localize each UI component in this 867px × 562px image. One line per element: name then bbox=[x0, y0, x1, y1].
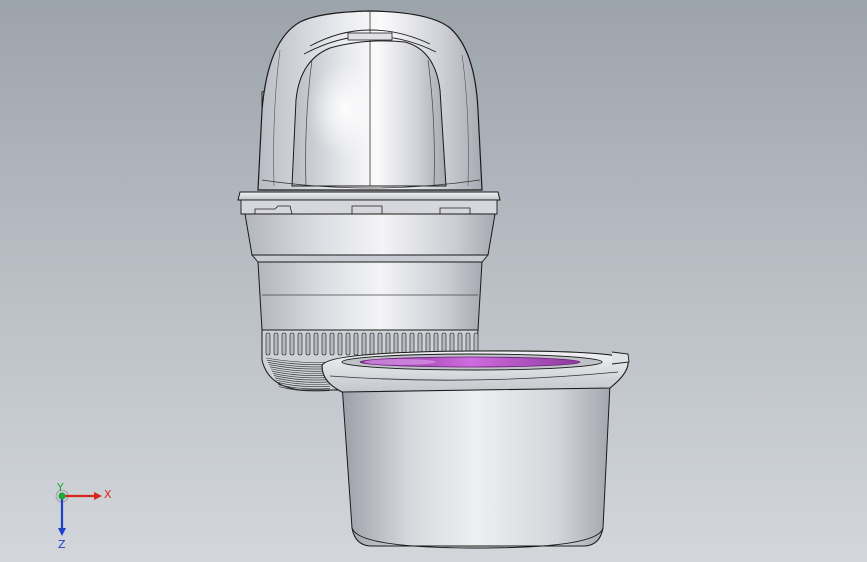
base-rib bbox=[345, 332, 351, 356]
cad-model-assembly[interactable] bbox=[0, 0, 867, 562]
z-axis-label: Z bbox=[58, 538, 66, 551]
base-rib bbox=[289, 332, 295, 356]
base-rib bbox=[321, 332, 327, 356]
x-axis-label: X bbox=[104, 488, 112, 501]
body-upper[interactable] bbox=[244, 213, 496, 263]
base-rib bbox=[313, 332, 319, 356]
coordinate-triad: X Y Z bbox=[55, 482, 112, 551]
dome-cover[interactable] bbox=[257, 10, 483, 191]
base-rib bbox=[353, 332, 359, 356]
y-axis-label: Y bbox=[56, 482, 64, 494]
base-rib bbox=[265, 332, 271, 356]
body-lower[interactable] bbox=[257, 261, 483, 331]
base-rib bbox=[377, 332, 383, 356]
base-rib bbox=[297, 332, 303, 356]
flange-collar[interactable] bbox=[237, 191, 501, 215]
base-rib bbox=[305, 332, 311, 356]
base-rib bbox=[385, 332, 391, 356]
base-rib bbox=[369, 332, 375, 356]
cup[interactable] bbox=[321, 350, 630, 549]
base-rib bbox=[281, 332, 287, 356]
base-rib bbox=[329, 332, 335, 356]
base-rib bbox=[361, 332, 367, 356]
z-axis-arrowhead bbox=[58, 528, 66, 536]
base-rib bbox=[393, 332, 399, 356]
base-rib bbox=[273, 332, 279, 356]
cad-viewport[interactable]: X Y Z bbox=[0, 0, 867, 562]
base-rib bbox=[401, 332, 407, 356]
base-rib bbox=[337, 332, 343, 356]
x-axis-arrowhead bbox=[94, 492, 102, 500]
